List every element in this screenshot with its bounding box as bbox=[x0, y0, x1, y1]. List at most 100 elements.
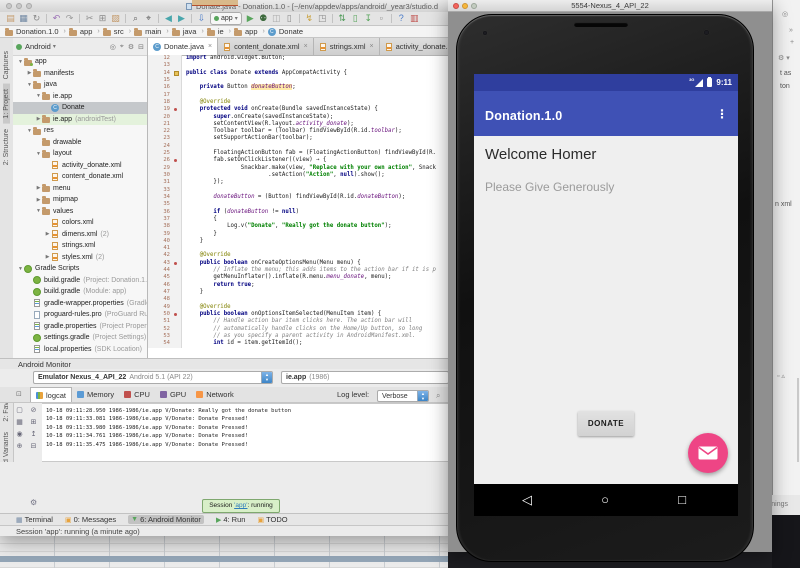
tree-item[interactable]: strings.xml bbox=[13, 240, 147, 252]
tree-item[interactable]: ▼java bbox=[13, 79, 147, 91]
tree-arrow-icon[interactable]: ▼ bbox=[26, 128, 33, 134]
android-monitor-header[interactable]: Android Monitor bbox=[0, 358, 452, 369]
attach-debugger-icon[interactable]: ▯ bbox=[283, 12, 296, 25]
monitor-tool-icon[interactable]: ⊘ bbox=[31, 405, 37, 417]
tool-window-button[interactable]: 1: Project bbox=[3, 84, 10, 124]
monitor-tool-icon[interactable]: ▢ bbox=[16, 405, 23, 417]
chevron-down-icon[interactable]: ▾ bbox=[53, 43, 56, 50]
help-icon[interactable]: ? bbox=[395, 12, 408, 25]
tree-item[interactable]: ▼app bbox=[13, 56, 147, 68]
monitor-tab-gpu[interactable]: GPU bbox=[155, 388, 191, 402]
breadcrumb-item[interactable]: main bbox=[134, 27, 161, 36]
tree-item[interactable]: ▶menu bbox=[13, 183, 147, 195]
email-fab-button[interactable] bbox=[688, 433, 728, 473]
close-tab-icon[interactable]: × bbox=[304, 43, 308, 50]
android-monitor-icon[interactable]: ▥ bbox=[408, 12, 421, 25]
tree-arrow-icon[interactable]: ▼ bbox=[17, 266, 24, 272]
tree-item[interactable]: ▼res bbox=[13, 125, 147, 137]
copy-icon[interactable]: ⊞ bbox=[96, 12, 109, 25]
sync-gradle-icon[interactable]: ⇅ bbox=[336, 12, 349, 25]
save-icon[interactable]: ▦ bbox=[17, 12, 30, 25]
replace-icon[interactable]: ⌖ bbox=[142, 12, 155, 25]
find-icon[interactable]: ⌕ bbox=[129, 12, 142, 25]
stepper-icon[interactable]: ▲▼ bbox=[261, 372, 272, 383]
tree-item[interactable]: ▶styles.xml(2) bbox=[13, 252, 147, 264]
make-project-icon[interactable]: ⇩ bbox=[195, 12, 208, 25]
tree-item[interactable]: ▶dimens.xml(2) bbox=[13, 229, 147, 241]
toolwindow-tab-6-android-monitor[interactable]: ▼6: Android Monitor bbox=[128, 515, 204, 524]
minimize-window-button[interactable] bbox=[16, 3, 22, 9]
monitor-tool-icon[interactable]: ⊞ bbox=[31, 417, 37, 429]
close-tab-icon[interactable]: × bbox=[208, 43, 212, 50]
process-select[interactable]: ie.app (1986) bbox=[281, 371, 449, 384]
toolwindow-tab-terminal[interactable]: ▦Terminal bbox=[16, 515, 53, 524]
tree-item[interactable]: local.properties(SDK Location) bbox=[13, 344, 147, 356]
tree-item[interactable]: Donate bbox=[13, 102, 147, 114]
editor-tab[interactable]: strings.xml× bbox=[314, 38, 380, 55]
back-icon[interactable]: ◀ bbox=[162, 12, 175, 25]
tree-arrow-icon[interactable]: ▼ bbox=[26, 82, 33, 88]
close-tab-icon[interactable]: × bbox=[370, 43, 374, 50]
tree-item[interactable]: ▶mipmap bbox=[13, 194, 147, 206]
toolwindow-tab-todo[interactable]: ▣TODO bbox=[257, 515, 287, 524]
close-window-button[interactable] bbox=[6, 3, 12, 9]
tree-arrow-icon[interactable]: ▼ bbox=[35, 151, 42, 157]
log-level-select[interactable]: Verbose ▲▼ bbox=[377, 390, 429, 402]
tree-item[interactable]: settings.gradle(Project Settings) bbox=[13, 332, 147, 344]
monitor-tool-icon[interactable]: ⊕ bbox=[17, 441, 23, 453]
tree-item[interactable]: ▼values bbox=[13, 206, 147, 218]
run-configuration-select[interactable]: app▾ bbox=[210, 12, 242, 25]
tree-item[interactable]: build.gradle(Project: Donation.1.0) bbox=[13, 275, 147, 287]
editor-tab[interactable]: Donate.java× bbox=[148, 38, 218, 55]
breadcrumb-item[interactable]: Donation.1.0 bbox=[5, 27, 59, 36]
tool-window-button[interactable]: Captures bbox=[3, 46, 10, 84]
paste-icon[interactable]: ▨ bbox=[109, 12, 122, 25]
device-select[interactable]: Emulator Nexus_4_API_22 Android 5.1 (API… bbox=[33, 371, 273, 384]
monitor-tool-icon[interactable]: ↥ bbox=[31, 429, 37, 441]
tree-item[interactable]: proguard-rules.pro(ProGuard Rules bbox=[13, 309, 147, 321]
tree-item[interactable]: colors.xml bbox=[13, 217, 147, 229]
breadcrumb-item[interactable]: ie bbox=[207, 27, 224, 36]
tree-arrow-icon[interactable]: ▼ bbox=[35, 208, 42, 214]
tooltip-link[interactable]: 'app' bbox=[234, 502, 247, 509]
tree-item[interactable]: activity_donate.xml bbox=[13, 160, 147, 172]
tree-arrow-icon[interactable]: ▶ bbox=[35, 185, 42, 191]
tree-item[interactable]: gradle.properties(Project Propertie bbox=[13, 321, 147, 333]
toolwindow-tab-0-messages[interactable]: ▣0: Messages bbox=[65, 515, 116, 524]
monitor-tool-icon[interactable]: ◉ bbox=[16, 429, 22, 441]
run-coverage-icon[interactable]: ◫ bbox=[270, 12, 283, 25]
tree-arrow-icon[interactable]: ▼ bbox=[17, 59, 24, 65]
monitor-tool-icon[interactable]: ▦ bbox=[16, 417, 23, 429]
collapse-all-icon[interactable]: ◎ bbox=[110, 43, 116, 51]
breadcrumb-item[interactable]: app bbox=[234, 27, 258, 36]
avd-manager-icon[interactable]: ▯ bbox=[349, 12, 362, 25]
undo-icon[interactable]: ↶ bbox=[50, 12, 63, 25]
tree-item[interactable]: content_donate.xml bbox=[13, 171, 147, 183]
inspect-icon[interactable]: ↯ bbox=[303, 12, 316, 25]
monitor-tab-cpu[interactable]: CPU bbox=[119, 388, 155, 402]
tree-item[interactable]: gradle-wrapper.properties(Gradle bbox=[13, 298, 147, 310]
overflow-menu-icon[interactable]: ⋮ bbox=[716, 107, 728, 121]
monitor-tab-logcat[interactable]: logcat bbox=[30, 387, 72, 402]
monitor-tab-network[interactable]: Network bbox=[191, 388, 239, 402]
redo-icon[interactable]: ↷ bbox=[63, 12, 76, 25]
breadcrumb-item[interactable]: src bbox=[103, 27, 124, 36]
tool-window-button[interactable]: 2: Structure bbox=[3, 124, 10, 170]
tree-arrow-icon[interactable]: ▼ bbox=[35, 93, 42, 99]
back-nav-icon[interactable]: ◁ bbox=[517, 491, 537, 509]
settings-gear-icon[interactable]: ⚙ bbox=[128, 43, 134, 51]
hide-panel-icon[interactable]: ⊟ bbox=[138, 43, 144, 51]
tree-item[interactable]: ▼Gradle Scripts bbox=[13, 263, 147, 275]
monitor-tool-icon[interactable]: ⊟ bbox=[31, 441, 37, 453]
editor-tab[interactable]: content_donate.xml× bbox=[218, 38, 314, 55]
monitor-settings-icon[interactable]: ⊡ bbox=[16, 390, 22, 398]
tree-item[interactable]: ▶ie.app(androidTest) bbox=[13, 114, 147, 126]
open-icon[interactable]: ▤ bbox=[4, 12, 17, 25]
tree-item[interactable]: drawable bbox=[13, 137, 147, 149]
sdk-manager-icon[interactable]: ↧ bbox=[362, 12, 375, 25]
debug-icon[interactable]: ⚉ bbox=[257, 12, 270, 25]
locate-icon[interactable]: ⌖ bbox=[120, 43, 124, 51]
toolwindow-tab-4-run[interactable]: ▶4: Run bbox=[216, 515, 246, 524]
tree-item[interactable]: ▶manifests bbox=[13, 68, 147, 80]
tree-arrow-icon[interactable]: ▶ bbox=[35, 197, 42, 203]
